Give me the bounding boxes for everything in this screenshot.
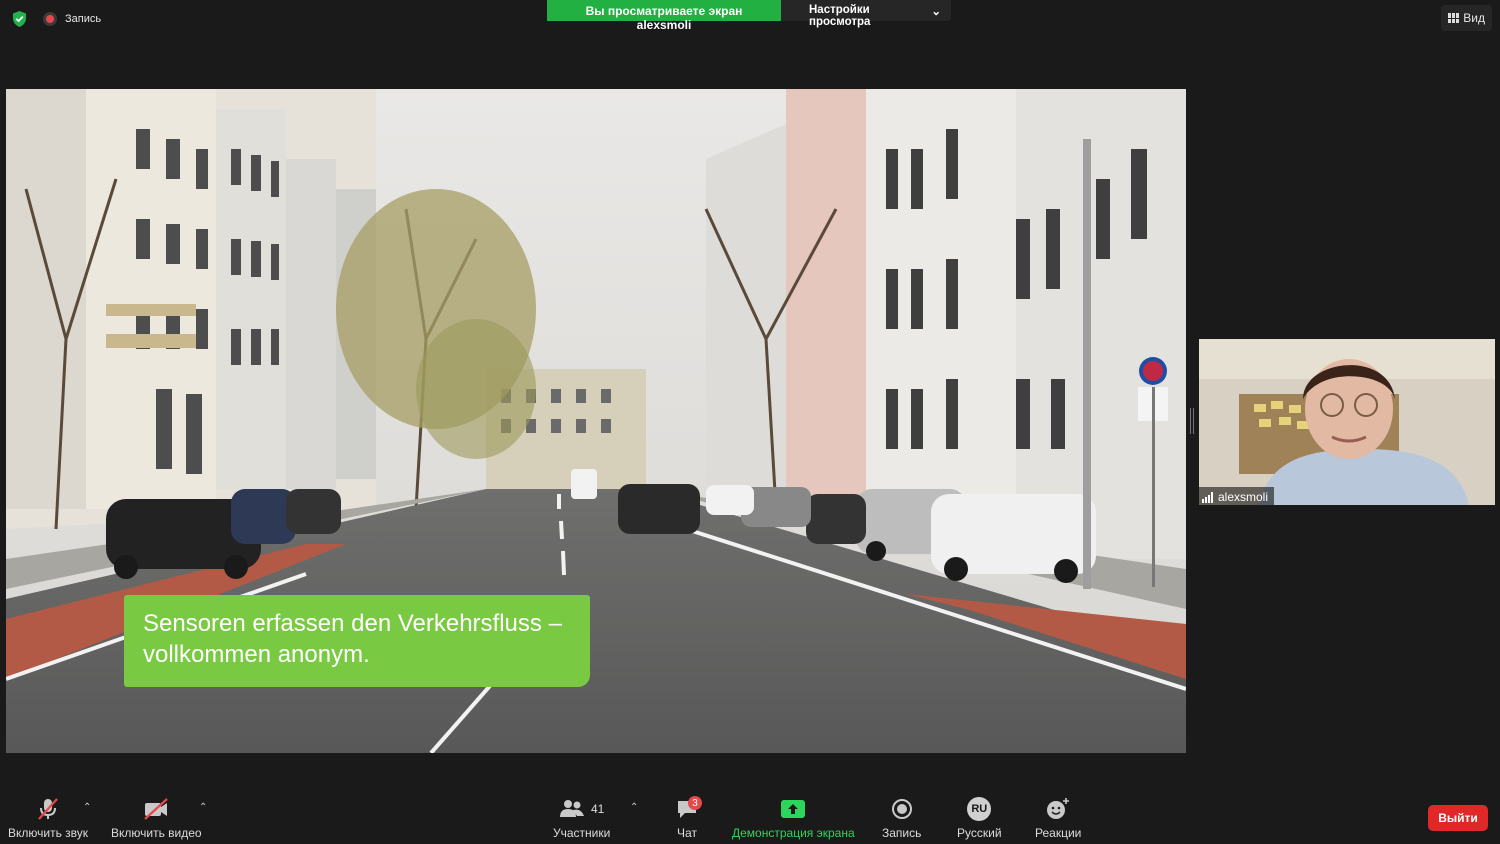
start-video-label: Включить видео — [111, 826, 202, 840]
chat-icon-wrap: 3 — [676, 796, 702, 822]
participant-video-frame — [1199, 339, 1495, 505]
top-bar: Запись Вы просматриваете экран alexsmoli… — [0, 0, 1500, 38]
language-icon-wrap: RU — [967, 796, 992, 822]
share-screen-label: Демонстрация экрана — [732, 826, 855, 840]
language-button[interactable]: RU Русский — [957, 796, 1002, 840]
participants-button[interactable]: 41 Участники — [553, 796, 610, 840]
share-banner: Вы просматриваете экран alexsmoli Настро… — [547, 0, 951, 32]
video-caption: Sensoren erfassen den Verkehrsfluss – vo… — [124, 595, 590, 687]
participants-icon-wrap: 41 — [559, 796, 604, 822]
participants-caret-icon[interactable]: ⌃ — [630, 802, 638, 813]
view-button[interactable]: Вид — [1441, 5, 1492, 31]
participants-label: Участники — [553, 826, 611, 840]
participant-name-tag: alexsmoli — [1199, 487, 1275, 505]
chevron-down-icon: ⌄ — [931, 6, 941, 18]
unmute-label: Включить звук — [8, 826, 89, 840]
meeting-toolbar: Включить звук ⌃ Включить видео ⌃ 41 Учас… — [0, 790, 1500, 844]
record-button[interactable]: Запись — [882, 796, 921, 840]
share-screen-button[interactable]: Демонстрация экрана — [732, 796, 855, 840]
viewing-banner: Вы просматриваете экран alexsmoli — [547, 0, 781, 32]
video-options-caret-icon[interactable]: ⌃ — [199, 802, 207, 813]
leave-meeting-button[interactable]: Выйти — [1428, 805, 1488, 831]
chat-button[interactable]: 3 Чат — [676, 796, 702, 840]
participant-name: alexsmoli — [1218, 490, 1269, 504]
start-video-button[interactable]: Включить видео — [111, 796, 202, 840]
security-shield-icon[interactable] — [11, 10, 28, 28]
view-options-button[interactable]: Настройки просмотра ⌄ — [781, 0, 951, 28]
shared-screen[interactable]: Sensoren erfassen den Verkehrsfluss – vo… — [6, 89, 1186, 753]
language-code-icon: RU — [967, 797, 992, 821]
signal-strength-icon — [1202, 491, 1213, 503]
reactions-button[interactable]: Реакции — [1035, 796, 1081, 840]
participants-icon — [559, 800, 584, 817]
record-icon — [891, 799, 912, 819]
chat-unread-badge: 3 — [688, 796, 702, 810]
language-label: Русский — [957, 826, 1002, 840]
unmute-button[interactable]: Включить звук — [8, 796, 88, 840]
audio-options-caret-icon[interactable]: ⌃ — [83, 802, 91, 813]
share-screen-icon-wrap — [780, 796, 806, 822]
share-screen-icon — [781, 800, 806, 818]
participants-count: 41 — [590, 802, 605, 816]
participant-video-tile[interactable]: alexsmoli — [1199, 339, 1495, 505]
video-off-icon — [142, 796, 170, 822]
view-button-label: Вид — [1463, 11, 1485, 25]
record-icon-wrap — [891, 796, 913, 822]
record-label: Запись — [882, 826, 922, 840]
reactions-label: Реакции — [1035, 826, 1082, 840]
recording-label: Запись — [65, 13, 102, 25]
reactions-icon — [1047, 798, 1070, 819]
chat-label: Чат — [677, 826, 697, 840]
view-options-label: Настройки просмотра — [809, 4, 871, 28]
recording-indicator[interactable]: Запись — [43, 12, 101, 26]
muted-microphone-icon — [35, 796, 61, 822]
grid-view-icon — [1448, 13, 1460, 23]
panel-resize-handle[interactable] — [1190, 408, 1194, 434]
reactions-icon-wrap — [1045, 796, 1071, 822]
record-dot-icon — [43, 12, 57, 26]
